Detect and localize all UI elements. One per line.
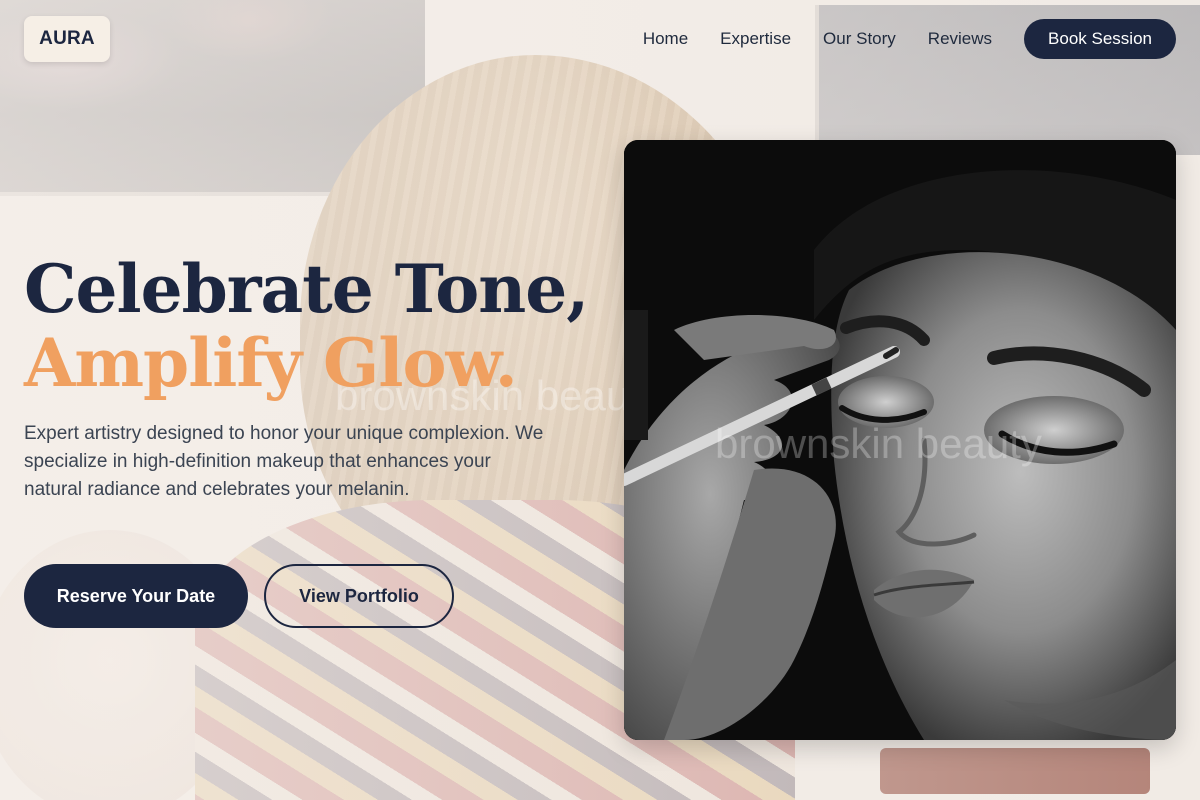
- hero-headline-line2: Amplify Glow.: [24, 324, 518, 402]
- hero-makeup-photo: [624, 140, 1176, 740]
- main-nav: Home Expertise Our Story Reviews Book Se…: [643, 19, 1176, 59]
- nav-link-our-story[interactable]: Our Story: [823, 29, 896, 49]
- book-session-button[interactable]: Book Session: [1024, 19, 1176, 59]
- makeup-portrait-illustration: [624, 140, 1176, 740]
- nav-link-reviews[interactable]: Reviews: [928, 29, 992, 49]
- hero-description: Expert artistry designed to honor your u…: [24, 423, 544, 500]
- nav-link-home[interactable]: Home: [643, 29, 688, 49]
- nav-link-expertise[interactable]: Expertise: [720, 29, 791, 49]
- hero-headline: Celebrate Tone, Amplify Glow.: [24, 250, 589, 402]
- hero-headline-line1: Celebrate Tone,: [24, 250, 589, 328]
- reserve-date-button[interactable]: Reserve Your Date: [24, 564, 248, 628]
- view-portfolio-button[interactable]: View Portfolio: [264, 564, 454, 628]
- logo[interactable]: AURA: [24, 16, 110, 62]
